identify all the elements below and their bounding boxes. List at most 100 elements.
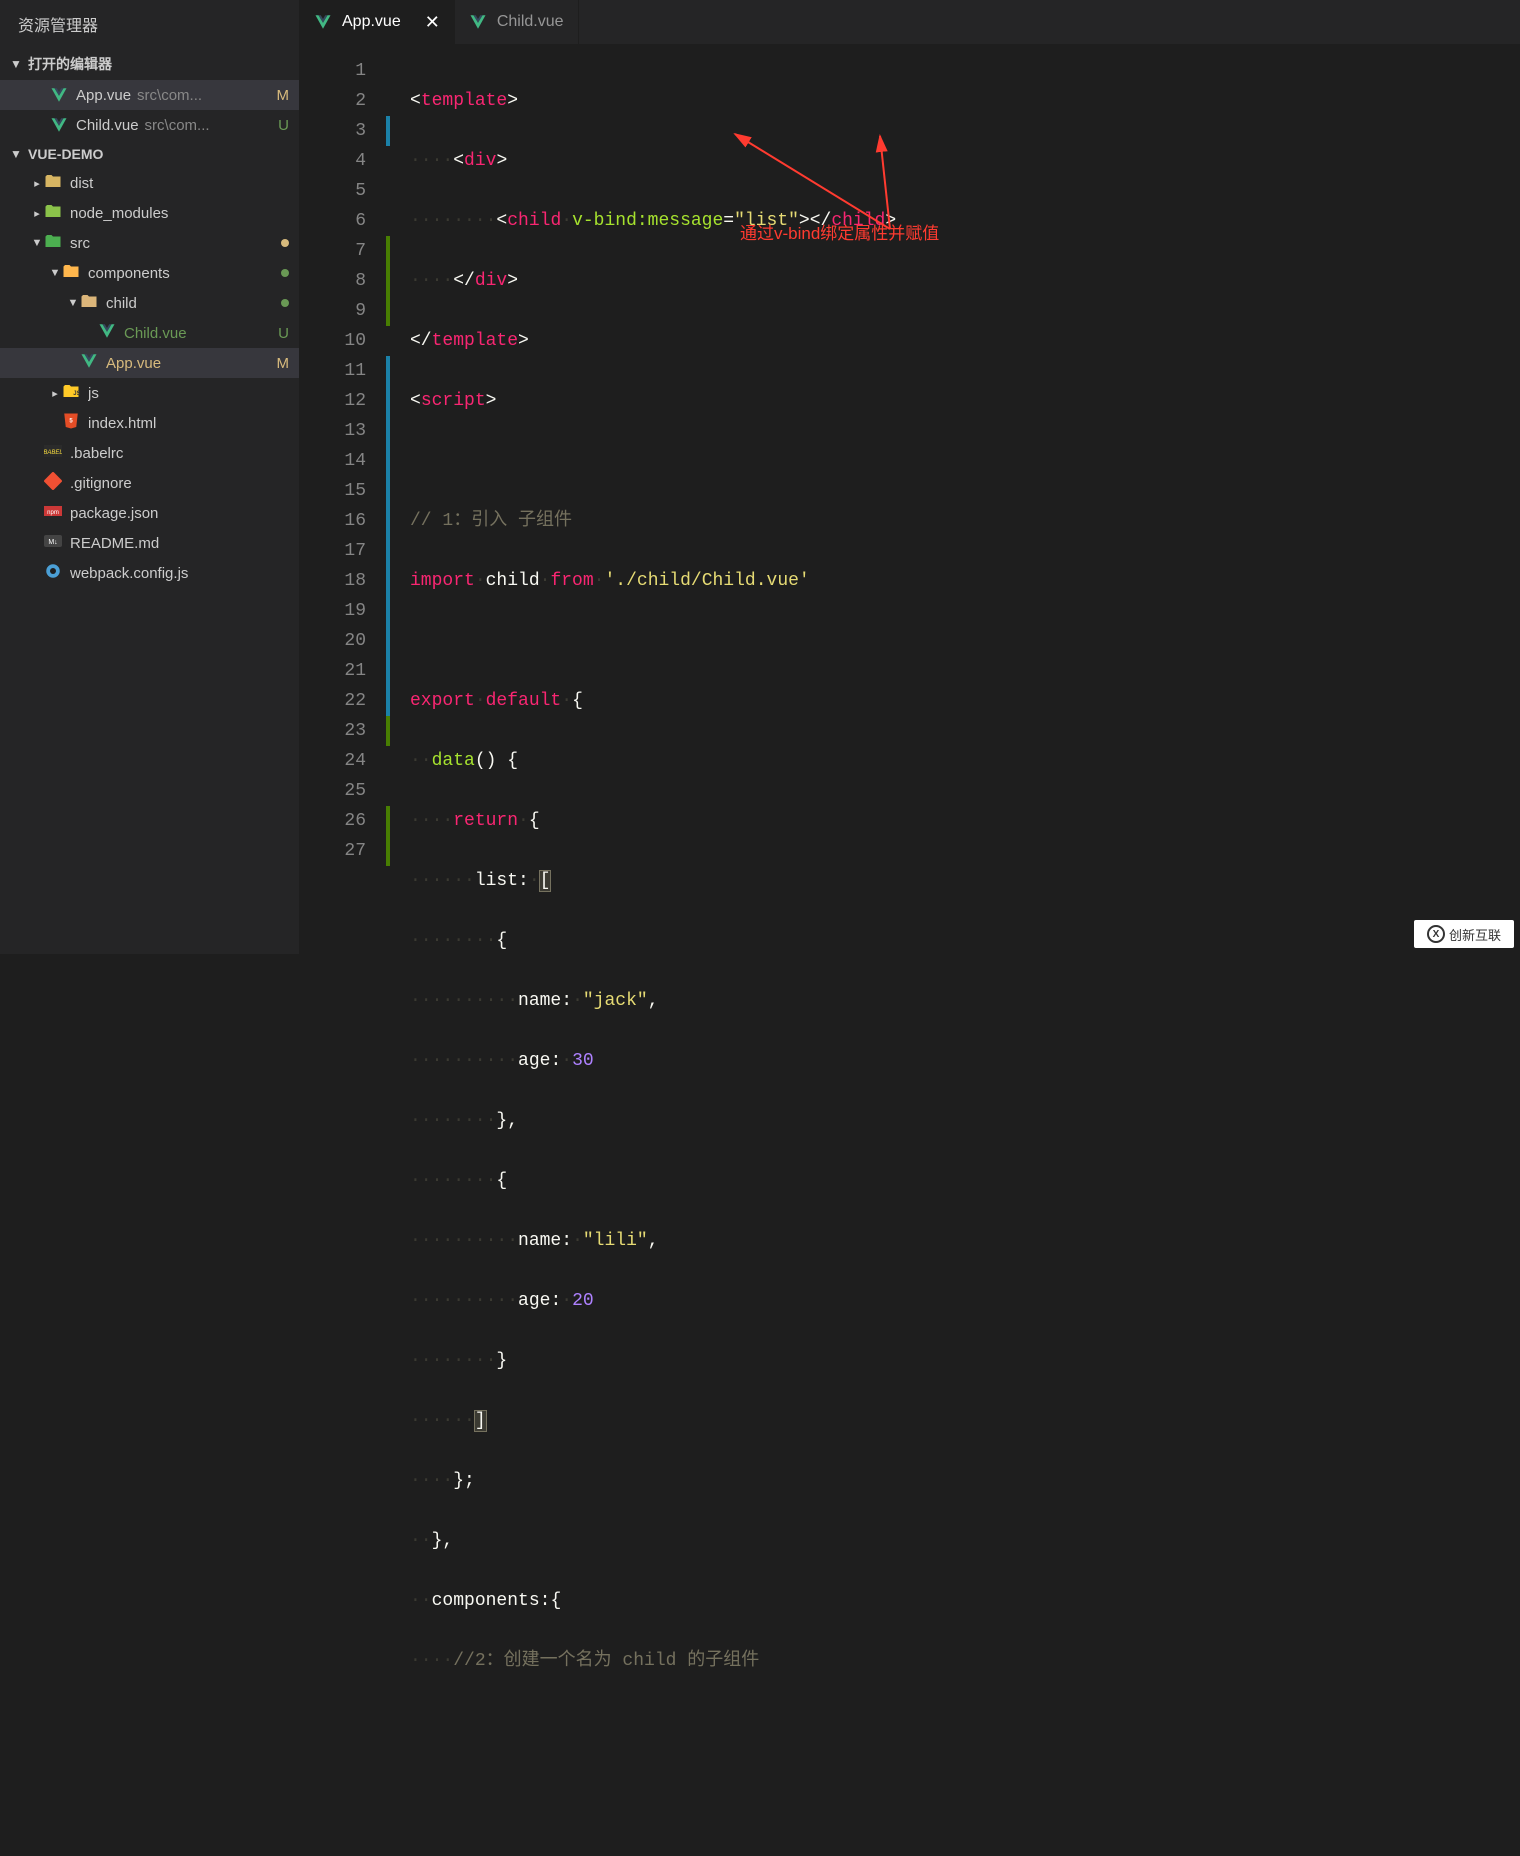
line-number: 7: [300, 236, 390, 266]
vue-icon: [314, 13, 332, 31]
tree-item-label: dist: [70, 175, 289, 192]
tree-item-label: Child.vue: [124, 325, 278, 342]
svg-text:M↓: M↓: [48, 539, 57, 546]
md-icon: M↓: [44, 532, 62, 554]
vue-icon: [50, 86, 68, 104]
line-number: 9: [300, 296, 390, 326]
tree-item-label: index.html: [88, 415, 289, 432]
tree-item-label: .babelrc: [70, 445, 289, 462]
tree-item-index-html[interactable]: 5 index.html: [0, 408, 299, 438]
tree-item-label: README.md: [70, 535, 289, 552]
tree-item--babelrc[interactable]: BABEL .babelrc: [0, 438, 299, 468]
svg-text:BABEL: BABEL: [44, 450, 62, 456]
tab-app-vue[interactable]: App.vue ✕: [300, 0, 455, 44]
tree-item-label: node_modules: [70, 205, 289, 222]
tree-item-node_modules[interactable]: ▸ node_modules: [0, 198, 299, 228]
status-dot: [281, 299, 289, 307]
line-number: 14: [300, 446, 390, 476]
line-number: 22: [300, 686, 390, 716]
vue-icon: [80, 352, 98, 374]
open-editor-app-vue[interactable]: App.vue src\com... M: [0, 80, 299, 110]
folder-js-icon: JS: [62, 382, 80, 404]
line-number: 23: [300, 716, 390, 746]
line-number: 19: [300, 596, 390, 626]
line-number: 26: [300, 806, 390, 836]
chevron-icon: ▸: [30, 177, 44, 190]
tree-item-components[interactable]: ▼ components: [0, 258, 299, 288]
status-dot: [281, 269, 289, 277]
tree-item-label: App.vue: [106, 355, 277, 372]
watermark-text: 创新互联: [1449, 925, 1501, 944]
open-editor-label: App.vue: [76, 87, 131, 104]
chevron-icon: ▼: [48, 267, 62, 279]
vue-icon: [469, 13, 487, 31]
tree-item-readme-md[interactable]: M↓ README.md: [0, 528, 299, 558]
open-editor-path: src\com...: [145, 117, 210, 134]
tab-label: App.vue: [342, 13, 401, 31]
line-number: 13: [300, 416, 390, 446]
tree-item-dist[interactable]: ▸ dist: [0, 168, 299, 198]
babel-icon: BABEL: [44, 442, 62, 464]
line-number: 10: [300, 326, 390, 356]
tab-child-vue[interactable]: Child.vue: [455, 0, 579, 44]
tree-item-src[interactable]: ▼ src: [0, 228, 299, 258]
tree-item-label: child: [106, 295, 275, 312]
git-icon: [44, 472, 62, 494]
npm-icon: npm: [44, 502, 62, 524]
tree-item-label: .gitignore: [70, 475, 289, 492]
html-icon: 5: [62, 412, 80, 434]
close-icon[interactable]: ✕: [425, 12, 440, 33]
js-icon: [44, 562, 62, 584]
chevron-icon: ▸: [30, 207, 44, 220]
modified-badge: M: [277, 87, 290, 104]
open-editors-label: 打开的编辑器: [28, 54, 112, 74]
svg-text:npm: npm: [47, 510, 59, 516]
tree-item-package-json[interactable]: npm package.json: [0, 498, 299, 528]
explorer-sidebar: 资源管理器 ▼ 打开的编辑器 App.vue src\com... M Chil…: [0, 0, 300, 954]
tree-item-app-vue[interactable]: App.vueM: [0, 348, 299, 378]
line-number: 24: [300, 746, 390, 776]
chevron-icon: ▸: [48, 387, 62, 400]
svg-text:JS: JS: [73, 391, 80, 397]
line-number: 5: [300, 176, 390, 206]
status-dot: [281, 239, 289, 247]
line-number: 11: [300, 356, 390, 386]
tree-item-webpack-config-js[interactable]: webpack.config.js: [0, 558, 299, 588]
open-editors-header[interactable]: ▼ 打开的编辑器: [0, 48, 299, 80]
watermark: X 创新互联: [1414, 920, 1514, 948]
watermark-ring: X: [1427, 925, 1445, 943]
line-number: 15: [300, 476, 390, 506]
line-number: 20: [300, 626, 390, 656]
tree-item-label: components: [88, 265, 275, 282]
tree-item--gitignore[interactable]: .gitignore: [0, 468, 299, 498]
line-number: 21: [300, 656, 390, 686]
tab-label: Child.vue: [497, 13, 564, 31]
code-content: <template> ····<div> ········<child·v-bi…: [390, 44, 896, 1856]
chevron-icon: ▼: [30, 237, 44, 249]
project-header[interactable]: ▼ VUE-DEMO: [0, 140, 299, 168]
folder-dist-icon: [44, 172, 62, 194]
open-editor-path: src\com...: [137, 87, 202, 104]
line-number: 17: [300, 536, 390, 566]
file-tree: ▸dist▸node_modules▼src▼components▼childC…: [0, 168, 299, 588]
line-number: 27: [300, 836, 390, 866]
line-number-gutter: 1234567891011121314151617181920212223242…: [300, 44, 390, 1856]
folder-components-icon: [62, 262, 80, 284]
tree-item-label: webpack.config.js: [70, 565, 289, 582]
tree-item-child-vue[interactable]: Child.vueU: [0, 318, 299, 348]
folder-node-icon: [44, 202, 62, 224]
folder-src-icon: [44, 232, 62, 254]
open-editor-child-vue[interactable]: Child.vue src\com... U: [0, 110, 299, 140]
line-number: 18: [300, 566, 390, 596]
tree-item-label: package.json: [70, 505, 289, 522]
chevron-down-icon: ▼: [10, 57, 24, 71]
folder-open-icon: [80, 292, 98, 314]
tree-item-js[interactable]: ▸JSjs: [0, 378, 299, 408]
line-number: 8: [300, 266, 390, 296]
status-badge: U: [278, 325, 289, 342]
line-number: 2: [300, 86, 390, 116]
code-editor[interactable]: 1234567891011121314151617181920212223242…: [300, 44, 1520, 1856]
vue-icon: [98, 322, 116, 344]
tree-item-label: src: [70, 235, 275, 252]
tree-item-child[interactable]: ▼child: [0, 288, 299, 318]
